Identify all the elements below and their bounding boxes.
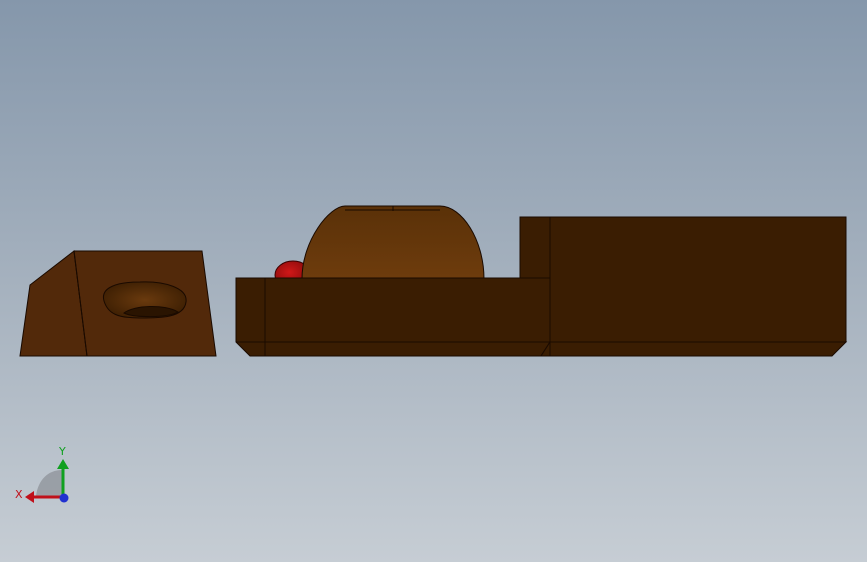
x-axis-label: X — [15, 488, 23, 501]
z-axis-dot — [59, 493, 69, 503]
model-view[interactable]: Y X — [0, 0, 867, 562]
block-bottom-chamfer — [540, 341, 848, 357]
y-axis-arrow — [57, 459, 69, 469]
y-axis-label: Y — [58, 445, 66, 458]
graphics-viewport[interactable]: Y X — [0, 0, 867, 562]
left-wedge-part[interactable] — [19, 250, 217, 357]
block-front-face — [549, 216, 847, 343]
base-left-end-face — [235, 277, 266, 357]
dome — [301, 205, 485, 280]
base-front-face — [264, 277, 551, 343]
base-bottom-chamfer — [264, 341, 551, 357]
right-block-part[interactable] — [519, 216, 848, 357]
block-side-face — [519, 216, 551, 279]
x-axis-arrow — [25, 491, 34, 503]
coordinate-triad: Y X — [15, 445, 69, 503]
center-base-part[interactable] — [235, 205, 551, 357]
triad-plane-shade — [36, 470, 62, 496]
